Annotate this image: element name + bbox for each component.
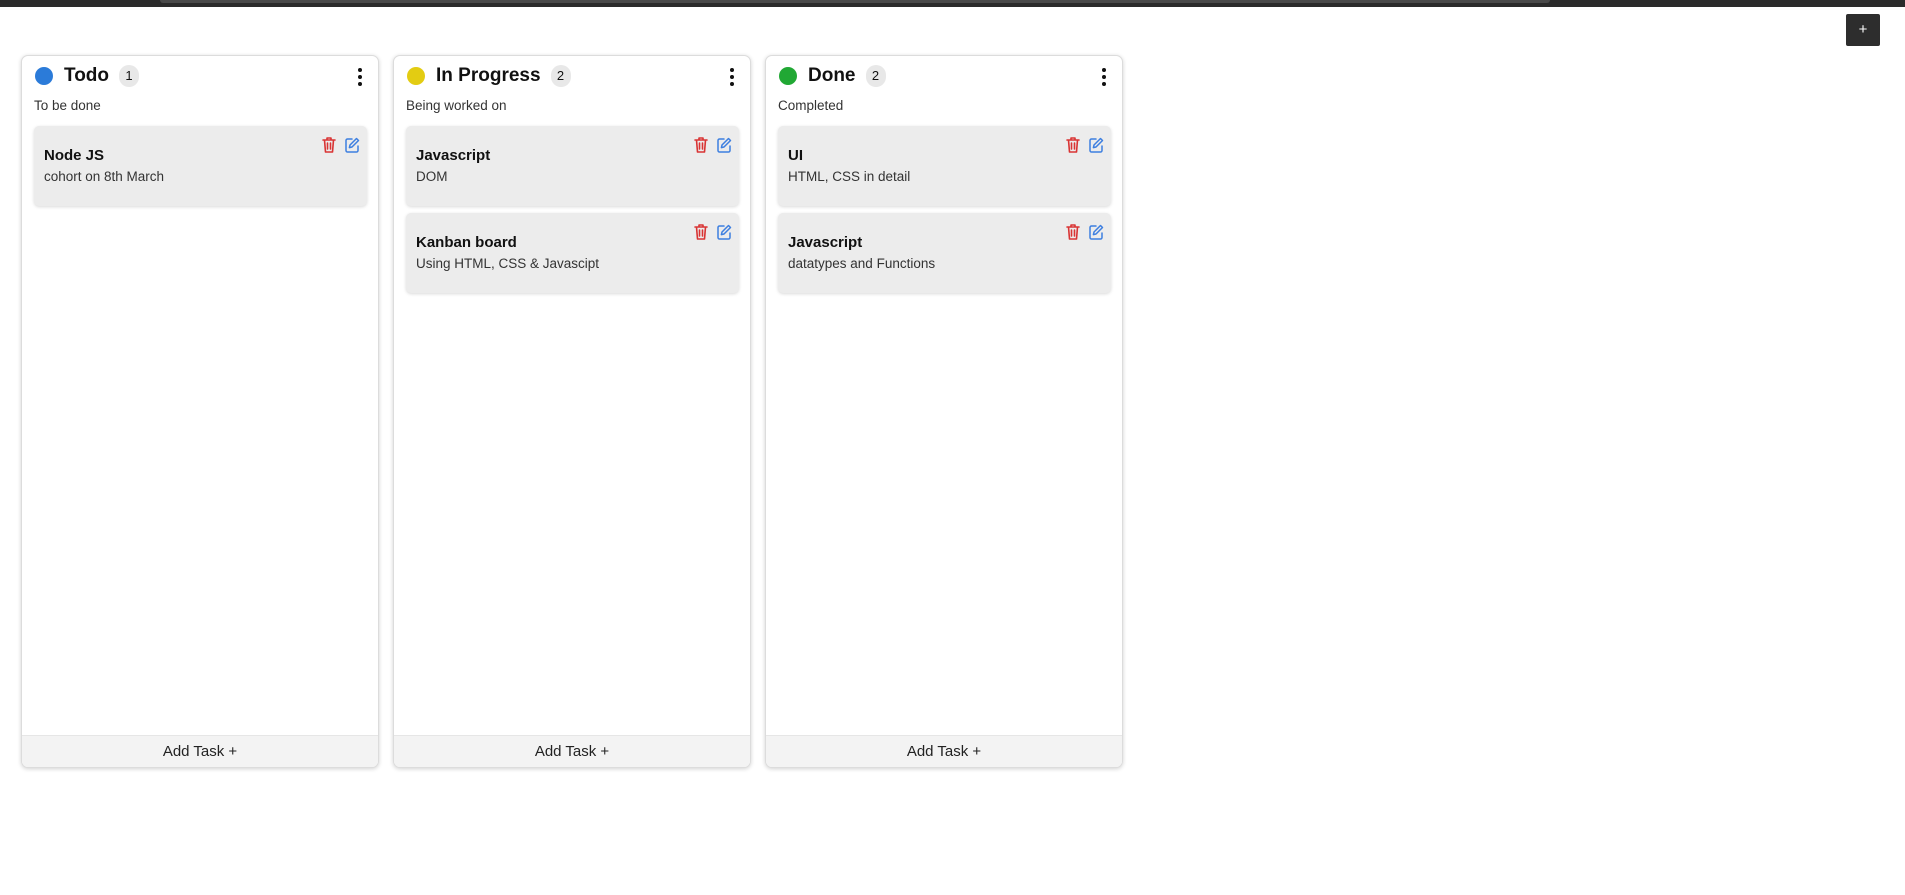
add-task-button[interactable]: Add Task + xyxy=(766,735,1122,767)
trash-icon xyxy=(694,137,708,153)
column-title-text: Done xyxy=(808,65,856,86)
edit-icon xyxy=(345,137,360,153)
status-dot-todo xyxy=(35,67,53,85)
task-count-badge: 2 xyxy=(865,65,886,87)
edit-icon xyxy=(717,137,732,153)
top-bar-strip xyxy=(160,0,1550,3)
trash-icon xyxy=(694,224,708,240)
edit-task-button[interactable] xyxy=(716,136,732,154)
column-done: Done 2 Completed UI HTML, CSS in detail xyxy=(765,55,1123,768)
status-dot-in-progress xyxy=(407,67,425,85)
task-card[interactable]: Kanban board Using HTML, CSS & Javascipt xyxy=(406,213,739,293)
trash-icon xyxy=(1066,224,1080,240)
edit-icon xyxy=(1089,224,1104,240)
task-description: cohort on 8th March xyxy=(44,169,165,184)
delete-task-button[interactable] xyxy=(321,136,337,154)
status-dot-done xyxy=(779,67,797,85)
kanban-board: Todo 1 To be done Node JS cohort on 8th M… xyxy=(21,55,1123,768)
add-column-button[interactable]: + xyxy=(1846,14,1880,46)
task-count-badge: 1 xyxy=(119,65,140,87)
card-list: UI HTML, CSS in detail Javascript dataty… xyxy=(778,126,1111,293)
delete-task-button[interactable] xyxy=(693,223,709,241)
column-todo: Todo 1 To be done Node JS cohort on 8th M… xyxy=(21,55,379,768)
column-in-progress: In Progress 2 Being worked on Javascript … xyxy=(393,55,751,768)
column-description: Completed xyxy=(778,98,844,113)
column-title: Done 2 xyxy=(808,65,886,87)
add-task-button[interactable]: Add Task + xyxy=(394,735,750,767)
card-list: Node JS cohort on 8th March xyxy=(34,126,367,206)
column-title-text: In Progress xyxy=(436,65,541,86)
column-description: To be done xyxy=(34,98,101,113)
task-card[interactable]: UI HTML, CSS in detail xyxy=(778,126,1111,206)
task-description: datatypes and Functions xyxy=(788,256,936,271)
column-title: In Progress 2 xyxy=(436,65,571,87)
card-list: Javascript DOM Kanban board Using HTML, … xyxy=(406,126,739,293)
kebab-menu-icon[interactable] xyxy=(1096,66,1112,88)
task-count-badge: 2 xyxy=(550,65,571,87)
column-title: Todo 1 xyxy=(64,65,140,87)
edit-task-button[interactable] xyxy=(344,136,360,154)
column-title-text: Todo xyxy=(64,65,110,86)
delete-task-button[interactable] xyxy=(693,136,709,154)
task-description: DOM xyxy=(416,169,448,184)
task-title: Javascript xyxy=(416,147,491,164)
column-header: Todo 1 xyxy=(22,56,378,96)
task-card[interactable]: Javascript datatypes and Functions xyxy=(778,213,1111,293)
task-card[interactable]: Javascript DOM xyxy=(406,126,739,206)
task-title: Node JS xyxy=(44,147,105,164)
edit-icon xyxy=(717,224,732,240)
edit-task-button[interactable] xyxy=(716,223,732,241)
column-description: Being worked on xyxy=(406,98,507,113)
edit-task-button[interactable] xyxy=(1088,223,1104,241)
task-card[interactable]: Node JS cohort on 8th March xyxy=(34,126,367,206)
task-description: HTML, CSS in detail xyxy=(788,169,911,184)
task-title: UI xyxy=(788,147,803,164)
trash-icon xyxy=(322,137,336,153)
edit-icon xyxy=(1089,137,1104,153)
add-task-button[interactable]: Add Task + xyxy=(22,735,378,767)
delete-task-button[interactable] xyxy=(1065,136,1081,154)
column-header: In Progress 2 xyxy=(394,56,750,96)
task-title: Javascript xyxy=(788,234,863,251)
delete-task-button[interactable] xyxy=(1065,223,1081,241)
edit-task-button[interactable] xyxy=(1088,136,1104,154)
browser-top-bar xyxy=(0,0,1905,7)
column-header: Done 2 xyxy=(766,56,1122,96)
task-title: Kanban board xyxy=(416,234,517,251)
kebab-menu-icon[interactable] xyxy=(724,66,740,88)
task-description: Using HTML, CSS & Javascipt xyxy=(416,256,600,271)
kebab-menu-icon[interactable] xyxy=(352,66,368,88)
trash-icon xyxy=(1066,137,1080,153)
